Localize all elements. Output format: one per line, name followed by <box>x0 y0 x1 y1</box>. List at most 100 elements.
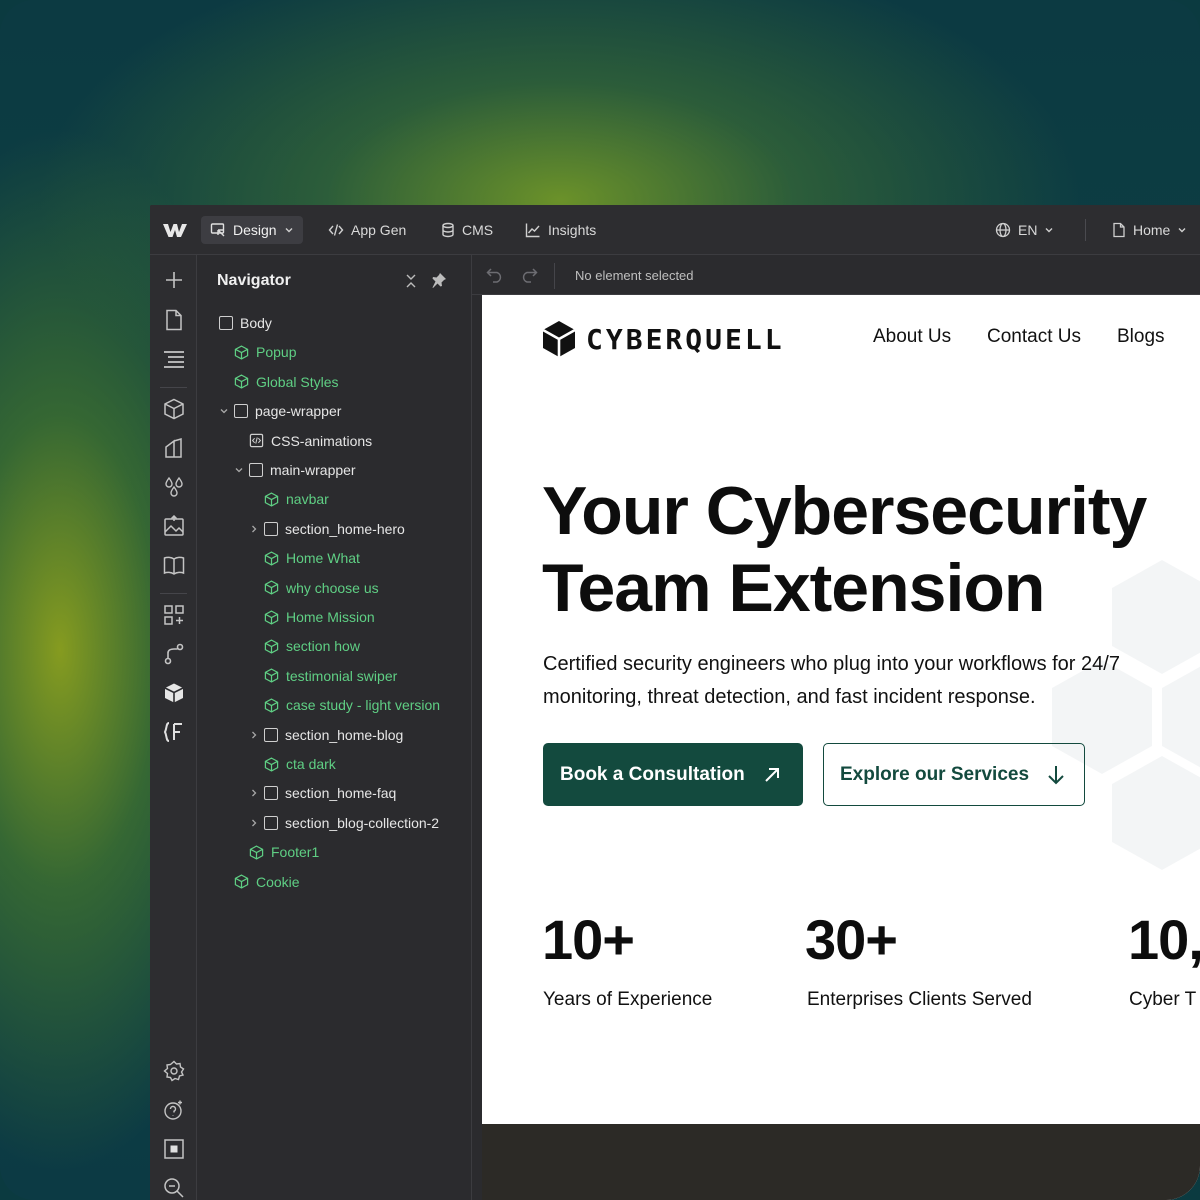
explore-services-button[interactable]: Explore our Services <box>823 743 1085 806</box>
navigator-row[interactable]: section_home-faq <box>264 782 396 804</box>
cms-label: CMS <box>462 222 494 238</box>
style-manager-icon[interactable] <box>162 436 186 460</box>
navigator-row-label: cta dark <box>286 756 336 772</box>
add-icon[interactable] <box>162 268 186 292</box>
navigator-row[interactable]: section_home-blog <box>264 724 403 746</box>
navigator-row-label: Body <box>240 315 272 331</box>
navigator-row[interactable]: why choose us <box>264 577 379 599</box>
caret-right-icon[interactable] <box>249 818 259 828</box>
navigator-row[interactable]: testimonial swiper <box>264 665 397 687</box>
navigator-row[interactable]: CSS-animations <box>249 430 372 452</box>
language-selector[interactable]: EN <box>986 216 1063 244</box>
site-logo[interactable]: CYBERQUELL <box>542 320 785 358</box>
design-mode-button[interactable]: Design <box>201 216 303 244</box>
arrow-up-right-icon <box>765 767 779 782</box>
navigator-row[interactable]: case study - light version <box>264 694 440 716</box>
pin-icon[interactable] <box>431 272 447 288</box>
insights-button[interactable]: Insights <box>516 216 605 244</box>
stat-value: 10+ <box>542 908 635 971</box>
div-block-icon <box>264 815 278 830</box>
search-zoom-icon[interactable] <box>162 1176 186 1200</box>
navigator-row-label: testimonial swiper <box>286 667 398 684</box>
stat-value: 30+ <box>805 908 898 971</box>
navigator-row-label: Footer1 <box>271 844 320 861</box>
navigator-row-label: Popup <box>256 344 297 361</box>
redo-icon[interactable] <box>520 267 538 283</box>
navigator-row[interactable]: Home What <box>264 547 360 569</box>
nav-link-about[interactable]: About Us <box>873 326 951 348</box>
div-block-icon <box>249 463 263 477</box>
next-section-preview <box>482 1124 1200 1200</box>
navigator-row[interactable]: Popup <box>234 341 296 363</box>
caret-right-icon[interactable] <box>249 730 259 740</box>
nav-link-blogs[interactable]: Blogs <box>1117 326 1165 348</box>
component-icon <box>234 374 249 389</box>
navigator-row-label: section_blog-collection-2 <box>285 814 440 831</box>
stat-value: 10, <box>1128 908 1200 971</box>
component-icon <box>264 580 279 595</box>
component-icon <box>234 874 249 889</box>
navigator-row[interactable]: cta dark <box>264 753 336 775</box>
finsweet-f-icon[interactable] <box>162 720 186 744</box>
cms-button[interactable]: CMS <box>432 216 502 244</box>
nav-link-contact[interactable]: Contact Us <box>987 326 1081 348</box>
stat-label: Years of Experience <box>543 989 713 1010</box>
variables-drops-icon[interactable] <box>162 475 186 499</box>
apps-icon[interactable] <box>162 603 186 627</box>
book-icon[interactable] <box>162 553 186 577</box>
stat-label: Enterprises Clients Served <box>807 989 1032 1010</box>
navigator-row[interactable]: section_home-hero <box>264 518 405 540</box>
navigator-row-label: why choose us <box>286 579 379 596</box>
stat-label: Cyber T <box>1129 989 1197 1010</box>
navigator-row-label: section how <box>286 638 360 655</box>
settings-gear-icon[interactable] <box>162 1059 186 1083</box>
arrow-down-icon <box>1048 765 1064 784</box>
website-canvas[interactable]: CYBERQUELL About Us Contact Us Blogs You… <box>482 295 1200 1200</box>
caret-down-icon[interactable] <box>234 465 244 475</box>
collapse-all-icon[interactable] <box>403 273 419 289</box>
top-bar: Design App Gen CMS Insights EN Home <box>150 205 1200 255</box>
rail-divider <box>160 387 187 388</box>
component-icon <box>264 698 279 713</box>
navigator-row[interactable]: main-wrapper <box>249 459 356 481</box>
app-gen-button[interactable]: App Gen <box>319 216 415 244</box>
div-block-icon <box>264 786 278 801</box>
pages-icon[interactable] <box>162 308 186 332</box>
stop-square-icon[interactable] <box>162 1137 186 1161</box>
cube-logo-icon <box>542 321 576 357</box>
book-consultation-button[interactable]: Book a Consultation <box>543 743 803 806</box>
undo-icon[interactable] <box>486 267 504 283</box>
navigator-row-label: section_home-faq <box>285 785 397 802</box>
design-mode-label: Design <box>233 222 277 238</box>
components-icon[interactable] <box>162 397 186 421</box>
cube-icon[interactable] <box>162 681 186 705</box>
hero-heading: Your Cybersecurity Team Extension <box>542 473 1147 627</box>
navigator-row[interactable]: Body <box>219 312 272 334</box>
navigator-row[interactable]: Global Styles <box>234 371 338 393</box>
caret-right-icon[interactable] <box>249 788 259 798</box>
navigator-row[interactable]: section how <box>264 635 360 657</box>
div-block-icon <box>219 316 233 330</box>
page-selector[interactable]: Home <box>1103 216 1196 244</box>
caret-right-icon[interactable] <box>249 524 259 534</box>
navigator-icon[interactable] <box>162 347 186 371</box>
navigator-row[interactable]: navbar <box>264 488 329 510</box>
navigator-row[interactable]: page-wrapper <box>234 400 341 422</box>
app-gen-label: App Gen <box>351 222 407 238</box>
line-chart-icon <box>525 223 540 238</box>
navigator-row[interactable]: Footer1 <box>249 841 319 863</box>
logic-flow-icon[interactable] <box>162 642 186 666</box>
help-sparkle-icon[interactable] <box>162 1098 186 1122</box>
navigator-row-label: section_home-hero <box>285 520 405 537</box>
database-icon <box>442 222 454 238</box>
assets-image-icon[interactable] <box>162 514 186 538</box>
navigator-row[interactable]: section_blog-collection-2 <box>264 812 439 834</box>
div-block-icon <box>234 404 248 419</box>
navigator-row-label: CSS-animations <box>271 432 373 449</box>
navigator-row[interactable]: Home Mission <box>264 606 375 628</box>
caret-down-icon[interactable] <box>219 406 229 416</box>
webflow-logo-icon[interactable] <box>162 221 188 239</box>
hero-subtext-line: Certified security engineers who plug in… <box>543 653 1120 675</box>
hero-heading-line: Team Extension <box>542 550 1045 626</box>
navigator-row[interactable]: Cookie <box>234 871 300 893</box>
